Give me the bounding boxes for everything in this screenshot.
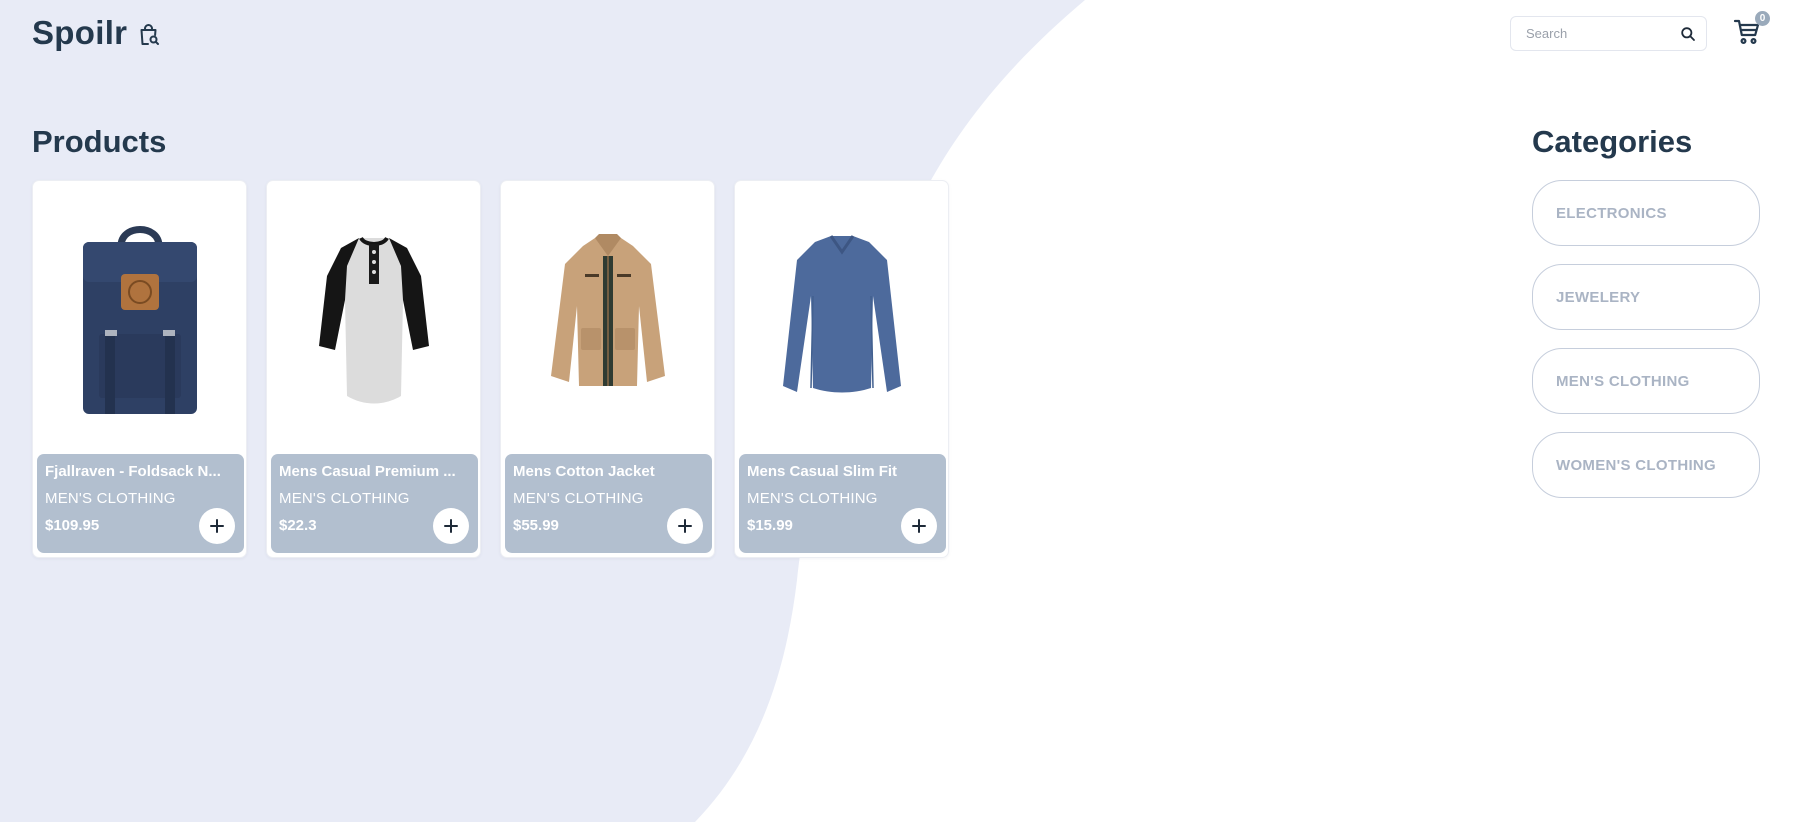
top-bar: Spoilr 0 xyxy=(0,0,1794,70)
product-price: $109.95 xyxy=(45,517,100,534)
product-info: Mens Casual Slim Fit MEN'S CLOTHING $15.… xyxy=(739,454,946,553)
product-card[interactable]: Fjallraven - Foldsack N... MEN'S CLOTHIN… xyxy=(32,180,247,558)
product-grid: Fjallraven - Foldsack N... MEN'S CLOTHIN… xyxy=(32,180,949,558)
brand-name: Spoilr xyxy=(32,14,128,51)
category-mens-clothing[interactable]: MEN'S CLOTHING xyxy=(1532,348,1760,414)
product-category: MEN'S CLOTHING xyxy=(279,490,410,507)
plus-icon xyxy=(210,519,224,533)
product-info: Fjallraven - Foldsack N... MEN'S CLOTHIN… xyxy=(37,454,244,553)
plus-icon xyxy=(912,519,926,533)
add-to-cart-button[interactable] xyxy=(433,508,469,544)
category-list: ELECTRONICS JEWELERY MEN'S CLOTHING WOME… xyxy=(1532,180,1760,498)
cart-icon xyxy=(1733,19,1761,50)
product-card[interactable]: Mens Casual Slim Fit MEN'S CLOTHING $15.… xyxy=(734,180,949,558)
product-image-jacket[interactable] xyxy=(501,181,714,451)
product-price: $55.99 xyxy=(513,517,559,534)
cart-button[interactable]: 0 xyxy=(1733,11,1770,50)
product-card[interactable]: Mens Cotton Jacket MEN'S CLOTHING $55.99 xyxy=(500,180,715,558)
category-electronics[interactable]: ELECTRONICS xyxy=(1532,180,1760,246)
product-title[interactable]: Mens Cotton Jacket xyxy=(513,463,704,481)
categories-heading: Categories xyxy=(1532,124,1693,159)
product-image-backpack[interactable] xyxy=(33,181,246,451)
search-bar xyxy=(1510,16,1707,51)
plus-icon xyxy=(444,519,458,533)
add-to-cart-button[interactable] xyxy=(199,508,235,544)
category-womens-clothing[interactable]: WOMEN'S CLOTHING xyxy=(1532,432,1760,498)
product-title[interactable]: Mens Casual Premium ... xyxy=(279,463,470,481)
product-info: Mens Casual Premium ... MEN'S CLOTHING $… xyxy=(271,454,478,553)
product-info: Mens Cotton Jacket MEN'S CLOTHING $55.99 xyxy=(505,454,712,553)
product-image-longsleeve[interactable] xyxy=(735,181,948,451)
brand-logo[interactable]: Spoilr xyxy=(32,14,161,52)
plus-icon xyxy=(678,519,692,533)
products-heading: Products xyxy=(32,124,167,159)
product-price: $15.99 xyxy=(747,517,793,534)
add-to-cart-button[interactable] xyxy=(667,508,703,544)
category-jewelery[interactable]: JEWELERY xyxy=(1532,264,1760,330)
product-category: MEN'S CLOTHING xyxy=(45,490,176,507)
product-category: MEN'S CLOTHING xyxy=(747,490,878,507)
product-category: MEN'S CLOTHING xyxy=(513,490,644,507)
search-icon[interactable] xyxy=(1680,26,1696,42)
product-title[interactable]: Mens Casual Slim Fit xyxy=(747,463,938,481)
product-image-shirt[interactable] xyxy=(267,181,480,451)
shopping-bag-search-icon xyxy=(137,23,161,47)
product-price: $22.3 xyxy=(279,517,317,534)
search-input[interactable] xyxy=(1526,26,1680,41)
product-title[interactable]: Fjallraven - Foldsack N... xyxy=(45,463,236,481)
cart-count-badge: 0 xyxy=(1755,11,1770,26)
add-to-cart-button[interactable] xyxy=(901,508,937,544)
product-card[interactable]: Mens Casual Premium ... MEN'S CLOTHING $… xyxy=(266,180,481,558)
